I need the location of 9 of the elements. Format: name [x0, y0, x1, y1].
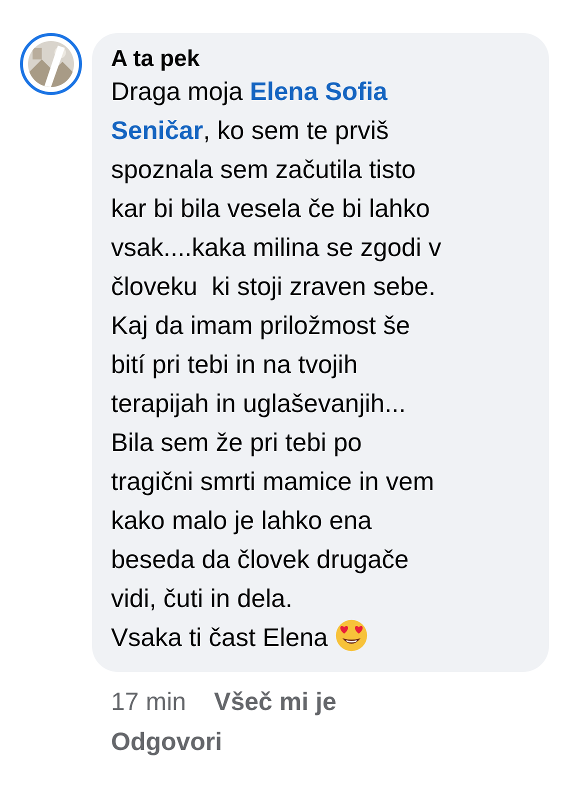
comment-text: Draga moja Elena Sofia Seničar, ko sem te prviš spoznala sem začutila tisto kar bi bila vesela če bi lahko vsak....kaka milina se zgodi v človeku ki stoji zraven sebe. Kaj da imam priložmost še bití pri tebi in na tvojih terapijah in uglaševanjih... Bila sem že pri tebi po tragični smrti mamice in vem kako malo je lahko ena beseda da človek drugače vidi, čuti in dela. Vsaka ti čast Elena [111, 77, 442, 654]
comment-action-link[interactable]: Odgovori [111, 722, 222, 762]
heart-eyes-emoji-icon [334, 619, 368, 652]
author-name[interactable]: A ta pek [111, 43, 533, 73]
comment-time: 17 min [111, 687, 186, 718]
comment-action-link[interactable]: Všeč mi je [214, 682, 336, 722]
avatar[interactable] [20, 33, 82, 95]
mention-link[interactable]: Elena Sofia [250, 78, 388, 106]
mention-link[interactable]: Seničar [111, 117, 204, 145]
